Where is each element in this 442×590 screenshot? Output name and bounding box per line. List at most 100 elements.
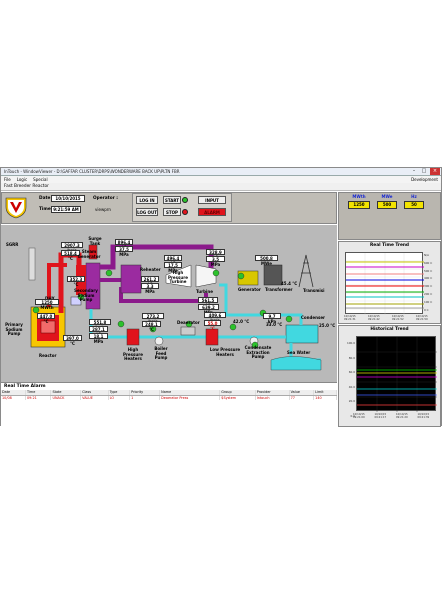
hp-turbine-label: High Pressure Turbine: [168, 270, 188, 284]
alarm-cell: Intouch: [255, 395, 290, 400]
secondary-pump-label: Secondary Sodium Pump: [74, 288, 98, 302]
alarm-cell: 140: [313, 395, 337, 400]
alarm-cell: Deaerator Press: [159, 395, 221, 400]
cond-out-temp-value: 42.0 °C: [233, 319, 250, 324]
exhaust-pressure-value: 639.2 MPa: [198, 304, 219, 315]
app-title: Fast Breeder Reactor: [1, 183, 441, 191]
realtime-trend-scale: N/A 600 C 500 C 400 C 300 C 200 C 100 C …: [424, 252, 440, 314]
surge-tank-label: Surge Tank: [88, 236, 102, 246]
feedwater-pressure-value: 18.1 MPa: [89, 333, 108, 344]
start-button[interactable]: START: [163, 196, 181, 204]
generator-output-value: 500.8 MWe: [255, 255, 278, 266]
operator-value: viewprn: [95, 207, 111, 212]
rt-scale-label: 600 C: [424, 260, 433, 265]
alarm-button[interactable]: ALARM: [198, 208, 226, 216]
reheater-label: Reheater: [140, 267, 161, 272]
hp-pressure-value: 17.5 MPa: [164, 262, 182, 273]
mwth-label: MWth: [352, 194, 366, 199]
transmission-label: Transmisi: [303, 288, 325, 293]
turbine-pressure-value: 3.5 MPa: [206, 256, 225, 267]
lp-flow-value: 409.6 kg/s: [204, 312, 226, 323]
historical-trend-scale: 100.0 80.0 60.0 40.0 20.0 0.0: [340, 336, 355, 423]
reactor-label: Reactor: [39, 353, 57, 358]
feedwater-flow-value: 551.8 kg/s: [89, 319, 111, 330]
alarm-table: Date Time State Class Type Priority Name…: [1, 390, 337, 400]
menu-logic[interactable]: Logic: [17, 177, 27, 182]
feedwater-temp-value: 287.1 °C: [89, 326, 108, 337]
exhaust-temp-value: 561.5 °C: [198, 297, 218, 308]
transformer-label: Transformer: [265, 287, 293, 292]
log-out-button[interactable]: LOG OUT: [136, 208, 158, 216]
alarm-cell: 10/08: [1, 395, 26, 400]
minimize-icon[interactable]: –: [409, 168, 419, 175]
realtime-trend-chart: [345, 252, 424, 315]
hist-time-label: 10/10/15 09:21:29: [396, 413, 408, 419]
cond-pump-label: Condensate Extraction Pump: [244, 345, 272, 359]
steam-temp-value: 896.4 °C: [115, 239, 133, 250]
turbine-temp-value: 328.9 °C: [206, 249, 225, 260]
alarm-cell: LO: [108, 395, 131, 400]
primary-pump-label: Primary Sodium Pump: [5, 322, 23, 336]
sea-water-label: Sea Water: [287, 350, 311, 355]
reheat-pressure-value: 3.3 MPa: [141, 283, 159, 294]
thermal-power-value: 1250 MWth: [35, 299, 59, 310]
condenser-pressure-value: 9.7 kPa: [263, 313, 281, 324]
close-icon[interactable]: ×: [430, 168, 440, 175]
time-value: 9:21:59 AM: [51, 206, 81, 213]
historical-trend-chart: [356, 336, 437, 412]
turbine-label: Turbine: [196, 289, 213, 294]
lp-heaters-label: Low Pressure Heaters: [209, 347, 241, 357]
menu-special[interactable]: Special: [33, 177, 47, 182]
log-in-button[interactable]: LOG IN: [136, 196, 158, 204]
realtime-trend-times: 10/10/15 09:21:31 10/10/15 09:21:42 10/1…: [344, 315, 440, 321]
rt-time-label: 10/10/15 09:21:59: [416, 315, 428, 321]
operator-label: Operator :: [93, 196, 119, 201]
maximize-icon[interactable]: □: [419, 168, 429, 175]
menu-file[interactable]: File: [4, 177, 11, 182]
start-indicator-icon: [182, 197, 188, 203]
alarm-cell: 77: [289, 395, 315, 400]
core-inlet-temp-value: 397.0 °C: [63, 335, 82, 346]
hmi-screen: Fast Breeder Reactor Date : 10/10/2015 T…: [1, 183, 441, 427]
alarm-cell: $System: [219, 395, 256, 400]
rt-scale-label: N/A: [424, 253, 429, 257]
cooling-temp-value: 45.4 °C: [281, 281, 298, 286]
alarm-cell: VALUE: [80, 395, 109, 400]
input-button[interactable]: INPUT: [198, 196, 226, 204]
hist-scale-label: 100.0: [346, 341, 355, 345]
hp-heaters-label: High Pressure Heaters: [123, 347, 143, 361]
hist-time-label: 10/10/15 09:21:17: [374, 413, 387, 419]
hist-scale-label: 20.0: [348, 399, 355, 403]
generator-label: Generator: [238, 287, 261, 292]
plant-diagram: SGRR Surge Tank 2907.3 kg/s 518.4 °C Ste…: [1, 225, 337, 382]
bfp-temp-value: 248.1 °C: [142, 321, 161, 332]
seawater-temp-value: 25.0 °C: [319, 323, 336, 328]
rt-scale-label: 400 C: [424, 276, 433, 281]
hist-time-label: 10/10/15 09:21:09: [353, 413, 365, 419]
mwe-value: 500: [377, 201, 397, 209]
rt-time-label: 10/10/15 09:21:52: [392, 315, 404, 321]
condenser-label: Condenser: [301, 315, 326, 320]
window-titlebar: InTouch - WindowViewer - D:\GAFFAR CLUST…: [1, 168, 441, 176]
rt-scale-label: 100 C: [424, 299, 433, 304]
stop-indicator-icon: [182, 209, 188, 215]
bfp-flow-value: 273.2 kg/s: [142, 313, 164, 324]
rt-time-label: 10/10/15 09:21:31: [344, 315, 356, 321]
window: InTouch - WindowViewer - D:\GAFFAR CLUST…: [0, 167, 442, 427]
alarm-row[interactable]: 10/08 09:21 UNACK VALUE LO 1 Deaerator P…: [1, 395, 337, 400]
alarm-title: Real Time Alarm: [1, 383, 337, 390]
rt-scale-label: 500 C: [424, 268, 433, 273]
mwth-value: 1250: [348, 201, 370, 209]
hp-temp-value: 496.4 °C: [164, 255, 182, 266]
stop-button[interactable]: STOP: [163, 208, 181, 216]
menu-development[interactable]: Development: [411, 177, 438, 182]
deaerator-label: Deaerator: [177, 320, 200, 325]
core-outlet-temp-value: 447.0 °C: [37, 313, 55, 324]
steam-generator-label: Steam Generator: [77, 249, 101, 259]
bfp-label: Boiler Feed Pump: [154, 346, 168, 360]
historical-trend-times: 10/10/15 09:21:09 10/10/15 09:21:17 10/1…: [353, 413, 439, 419]
hz-label: Hz: [411, 194, 417, 199]
secondary-temp-value: 352.3 °C: [67, 276, 85, 287]
hist-scale-label: 80.0: [348, 355, 355, 360]
rt-scale-label: 200 C: [424, 291, 433, 296]
